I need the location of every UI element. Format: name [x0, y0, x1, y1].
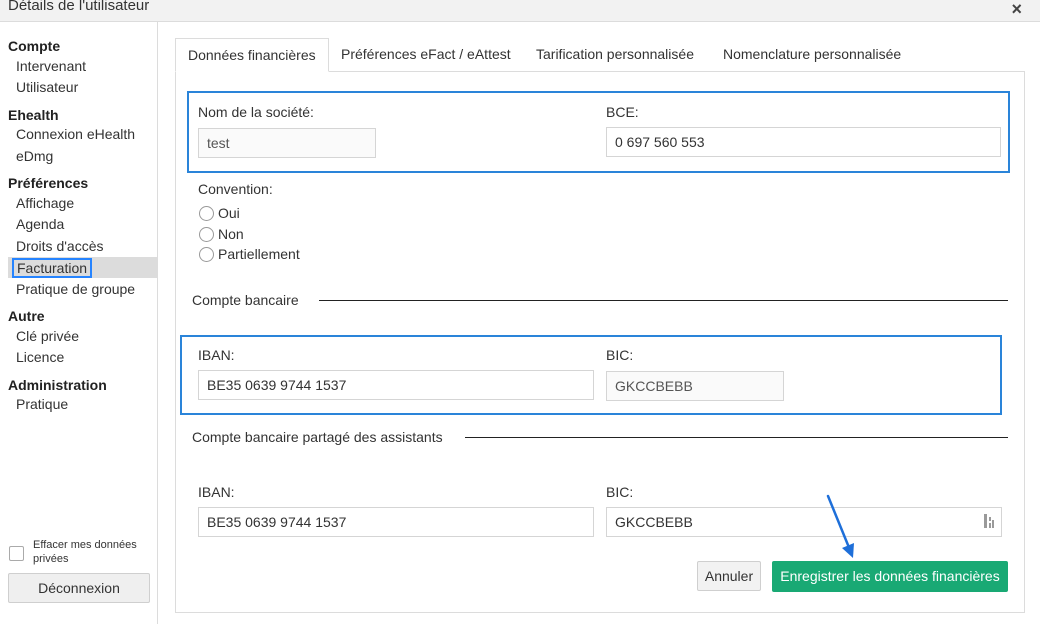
convention-label: Convention:: [198, 181, 273, 197]
erase-data-label: Effacer mes données privées: [33, 539, 137, 565]
sidebar-heading-compte: Compte: [8, 38, 61, 54]
convention-option-non: Non: [218, 226, 244, 242]
sidebar-heading-autre: Autre: [8, 308, 45, 324]
sidebar-item-licence[interactable]: Licence: [16, 349, 64, 365]
save-financial-data-button[interactable]: Enregistrer les données financières: [772, 561, 1008, 592]
sidebar-item-utilisateur[interactable]: Utilisateur: [16, 79, 78, 95]
sidebar-item-intervenant[interactable]: Intervenant: [16, 58, 86, 74]
tab-nomenclature-personnalisee[interactable]: Nomenclature personnalisée: [723, 38, 901, 72]
convention-radio-oui[interactable]: [199, 206, 214, 221]
shared-bic-field[interactable]: GKCCBEBB: [606, 507, 1002, 537]
cancel-button[interactable]: Annuler: [697, 561, 761, 591]
convention-option-partiellement: Partiellement: [218, 246, 300, 262]
tab-donnees-financieres[interactable]: Données financières: [175, 38, 329, 72]
shared-iban-label: IBAN:: [198, 484, 235, 500]
bank-iban-label: IBAN:: [198, 347, 235, 363]
shared-bic-label: BIC:: [606, 484, 634, 500]
sidebar-item-facturation[interactable]: Facturation: [12, 258, 93, 278]
tab-preferences-efact[interactable]: Préférences eFact / eAttest: [341, 38, 511, 72]
tab-bar: Données financières Préférences eFact / …: [175, 38, 1025, 72]
window-title: Détails de l'utilisateur: [8, 0, 150, 14]
convention-radio-partiellement[interactable]: [199, 247, 214, 262]
sidebar-heading-administration: Administration: [8, 377, 107, 393]
title-bar: Détails de l'utilisateur ×: [0, 0, 1040, 22]
company-label: Nom de la société:: [198, 104, 314, 120]
bank-iban-field[interactable]: BE35 0639 9744 1537: [198, 370, 594, 400]
bank-bic-field[interactable]: GKCCBEBB: [606, 371, 784, 401]
shared-bank-section-divider: [465, 437, 1008, 438]
bce-field[interactable]: 0 697 560 553: [606, 127, 1001, 157]
sidebar-item-cle-privee[interactable]: Clé privée: [16, 328, 79, 344]
keyboard-autofill-icon[interactable]: [983, 513, 995, 529]
convention-option-oui: Oui: [218, 205, 240, 221]
convention-radio-non[interactable]: [199, 227, 214, 242]
logout-button[interactable]: Déconnexion: [8, 573, 150, 603]
sidebar-item-pratique[interactable]: Pratique: [16, 396, 68, 412]
sidebar-item-edmg[interactable]: eDmg: [16, 148, 53, 164]
sidebar: Compte Intervenant Utilisateur Ehealth C…: [0, 22, 158, 624]
close-icon[interactable]: ×: [1011, 0, 1022, 20]
sidebar-item-agenda[interactable]: Agenda: [16, 216, 64, 232]
erase-data-checkbox[interactable]: [9, 546, 24, 561]
annotation-arrow-icon: [826, 494, 854, 558]
sidebar-heading-ehealth: Ehealth: [8, 107, 59, 123]
sidebar-item-droits-acces[interactable]: Droits d'accès: [16, 238, 103, 254]
bce-label: BCE:: [606, 104, 639, 120]
shared-iban-field[interactable]: BE35 0639 9744 1537: [198, 507, 594, 537]
shared-bank-section-title: Compte bancaire partagé des assistants: [192, 429, 443, 445]
sidebar-item-affichage[interactable]: Affichage: [16, 195, 74, 211]
sidebar-heading-preferences: Préférences: [8, 175, 89, 191]
bank-bic-label: BIC:: [606, 347, 634, 363]
sidebar-item-pratique-de-groupe[interactable]: Pratique de groupe: [16, 281, 135, 297]
company-name-field[interactable]: test: [198, 128, 376, 158]
bank-section-title: Compte bancaire: [192, 292, 299, 308]
sidebar-item-connexion-ehealth[interactable]: Connexion eHealth: [16, 126, 135, 142]
tab-tarification-personnalisee[interactable]: Tarification personnalisée: [536, 38, 694, 72]
bank-section-divider: [319, 300, 1008, 301]
